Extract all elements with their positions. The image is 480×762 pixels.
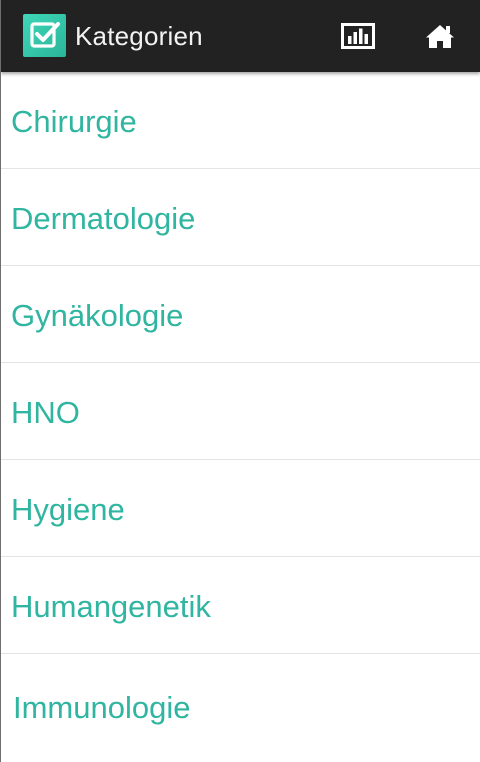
category-label: Gynäkologie	[11, 298, 184, 333]
category-label: HNO	[11, 395, 80, 430]
list-item-immunologie[interactable]: Immunologie	[1, 654, 480, 751]
list-item-chirurgie[interactable]: Chirurgie	[1, 72, 480, 169]
list-item-hygiene[interactable]: Hygiene	[1, 460, 480, 557]
list-item-dermatologie[interactable]: Dermatologie	[1, 169, 480, 266]
stats-icon	[341, 23, 375, 49]
list-item-gynaekologie[interactable]: Gynäkologie	[1, 266, 480, 363]
checkbox-icon[interactable]	[23, 14, 66, 57]
statistics-button[interactable]	[338, 16, 378, 56]
category-label: Dermatologie	[11, 201, 196, 236]
page-title: Kategorien	[75, 21, 203, 51]
app-window: Kategorien Chirurgie Dermatologie Gynäko…	[0, 0, 480, 762]
category-list: Chirurgie Dermatologie Gynäkologie HNO H…	[1, 72, 480, 751]
list-item-humangenetik[interactable]: Humangenetik	[1, 557, 480, 654]
category-label: Chirurgie	[11, 104, 137, 139]
category-label: Humangenetik	[11, 589, 211, 624]
category-label: Immunologie	[13, 690, 191, 725]
category-label: Hygiene	[11, 492, 125, 527]
list-item-hno[interactable]: HNO	[1, 363, 480, 460]
home-button[interactable]	[420, 16, 460, 56]
home-icon	[426, 25, 454, 48]
action-bar: Kategorien	[1, 0, 480, 72]
